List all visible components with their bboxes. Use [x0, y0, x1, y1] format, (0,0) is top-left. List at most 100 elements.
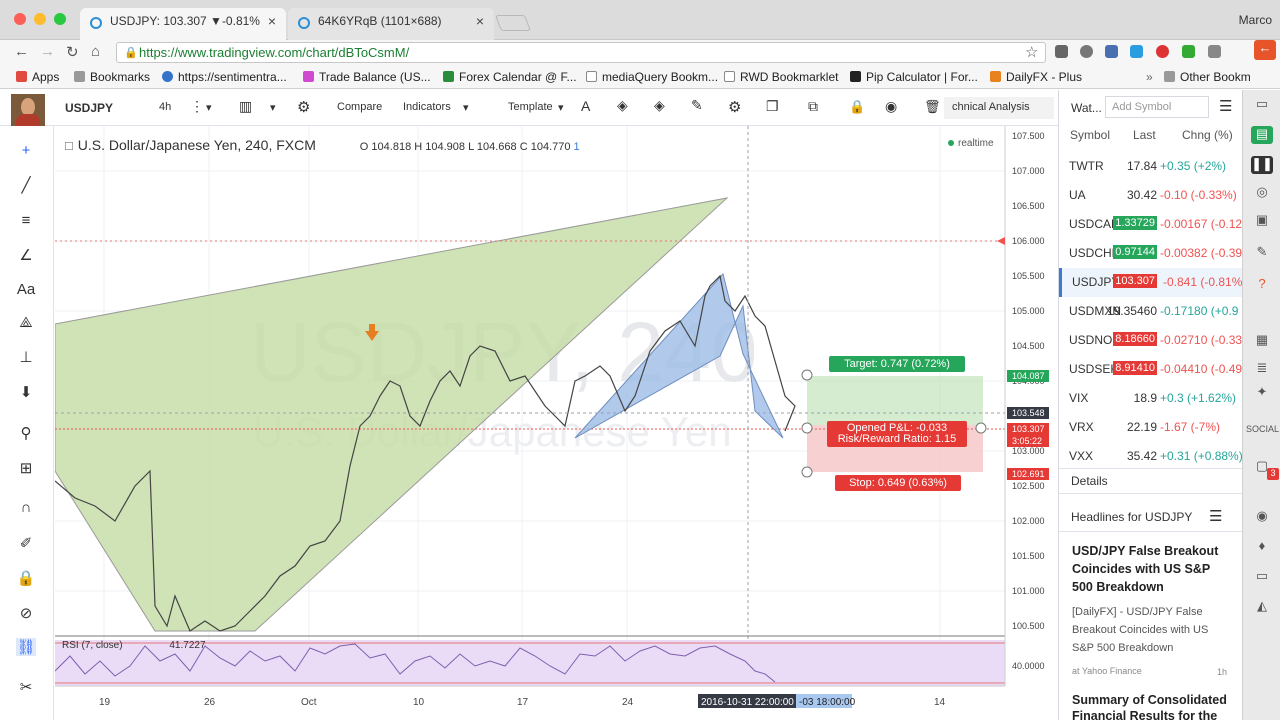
col-last[interactable]: Last [1133, 128, 1156, 142]
extension-icon[interactable] [1080, 45, 1093, 58]
watchlist-row[interactable]: USDCHF 0.97144 -0.00382 (-0.39 [1059, 239, 1243, 268]
bookmark-link[interactable]: Forex Calendar @ F... [443, 70, 577, 84]
settings-gear-icon[interactable]: ⚙ [297, 98, 310, 116]
more-bookmarks-icon[interactable]: » [1146, 70, 1153, 84]
news-headline[interactable]: Summary of Consolidated Financial Result… [1072, 692, 1232, 720]
more-intervals-icon[interactable]: ⋮ [190, 98, 204, 115]
pencil-icon[interactable]: ✎ [1251, 244, 1273, 262]
indicators-button[interactable]: Indicators [403, 101, 451, 113]
menu-icon[interactable]: ☰ [1209, 507, 1222, 525]
brush-icon[interactable]: ✐ [16, 534, 36, 552]
chevron-down-icon[interactable]: ▾ [558, 101, 564, 114]
bookmark-other[interactable]: Other Bookm [1164, 70, 1251, 84]
add-symbol-input[interactable]: Add Symbol [1105, 96, 1209, 118]
paint-bucket-icon[interactable]: ◈ [654, 97, 665, 114]
chart-area[interactable]: USDJPY, 240 U.S. Dollar/Japanese Yen 107… [55, 126, 1058, 720]
stream-icon[interactable]: ▭ [1251, 568, 1273, 586]
text-tool-icon[interactable]: Aa [16, 281, 36, 299]
lock-icon[interactable]: 🔒 [849, 99, 865, 115]
bookmark-link[interactable]: mediaQuery Bookm... [586, 70, 718, 84]
bookmark-link[interactable]: Pip Calculator | For... [850, 70, 978, 84]
watchlist-row[interactable]: UA 30.42 -0.10 (-0.33%) [1059, 181, 1243, 210]
collapse-legend-icon[interactable]: ☐ [64, 141, 74, 153]
home-icon[interactable]: ⌂ [91, 43, 100, 60]
extension-icon[interactable] [1182, 45, 1195, 58]
bookmark-folder[interactable]: Bookmarks [74, 70, 150, 84]
chevron-down-icon[interactable]: ▾ [463, 101, 469, 114]
close-tab-icon[interactable]: × [476, 13, 484, 29]
help-icon[interactable]: ? [1251, 276, 1273, 294]
hotlist-icon[interactable]: ≣ [1251, 360, 1273, 378]
pause-icon[interactable]: ❚❚ [1251, 156, 1273, 174]
new-tab-button[interactable] [495, 15, 531, 31]
eye-icon[interactable]: ◉ [885, 98, 897, 115]
watchlist-row[interactable]: USDNOK 8.18660 -0.02710 (-0.33 [1059, 326, 1243, 355]
download-icon[interactable] [1130, 45, 1143, 58]
menu-icon[interactable]: ☰ [1219, 97, 1232, 115]
fib-icon[interactable]: ⊥ [16, 348, 36, 366]
close-window-button[interactable] [14, 13, 26, 25]
pattern-icon[interactable]: ⟁ [16, 314, 36, 332]
text-tool-icon[interactable]: A [581, 98, 590, 114]
extension-icon[interactable] [1105, 45, 1118, 58]
crosshair-icon[interactable]: + [16, 142, 36, 160]
lock-drawings-icon[interactable]: 🔒 [16, 569, 36, 587]
pencil-icon[interactable]: ✎ [691, 97, 703, 114]
fill-color-icon[interactable]: ◈ [617, 97, 628, 114]
watchlist-title[interactable]: Wat... [1071, 101, 1102, 115]
ideas-icon[interactable]: ◭ [1251, 598, 1273, 616]
bookmark-link[interactable]: https://sentimentra... [162, 70, 287, 84]
width-handle[interactable] [975, 422, 987, 434]
bookmark-apps[interactable]: Apps [16, 70, 59, 84]
details-section[interactable]: Details [1059, 468, 1243, 494]
chevron-down-icon[interactable]: ▾ [206, 101, 212, 114]
bookmark-star-icon[interactable]: ☆ [1025, 43, 1038, 61]
lightbulb-icon[interactable]: ♦ [1251, 538, 1273, 556]
entry-handle[interactable] [801, 422, 813, 434]
minimize-window-button[interactable] [34, 13, 46, 25]
light-bulb-icon[interactable]: ✦ [1251, 384, 1273, 402]
col-change[interactable]: Chng (%) [1182, 128, 1233, 142]
candles-icon[interactable]: ▥ [239, 98, 252, 115]
extension-icon[interactable] [1055, 45, 1068, 58]
reload-icon[interactable]: ↻ [66, 43, 79, 61]
target-label[interactable]: Target: 0.747 (0.72%) [829, 356, 965, 372]
data-window-icon[interactable]: ▣ [1251, 212, 1273, 230]
chat-icon[interactable]: ▤ [1251, 126, 1273, 144]
layers-icon[interactable]: ❐ [766, 98, 779, 115]
address-bar[interactable]: 🔒 https://www.tradingview.com/chart/dBTo… [116, 42, 1046, 63]
avatar[interactable] [11, 94, 45, 128]
bookmark-link[interactable]: Trade Balance (US... [303, 70, 431, 84]
chart-title[interactable]: U.S. Dollar/Japanese Yen, 240, FXCM [78, 137, 316, 153]
measure-icon[interactable]: ⊞ [16, 459, 36, 477]
clone-icon[interactable]: ⧉ [808, 98, 818, 115]
watchlist-row[interactable]: VXX 35.42 +0.31 (+0.88%) [1059, 442, 1243, 464]
col-symbol[interactable]: Symbol [1070, 128, 1110, 142]
symbol-search-input[interactable]: USDJPY [65, 101, 113, 115]
stop-handle[interactable] [801, 466, 813, 478]
browser-tab-active[interactable]: USDJPY: 103.307 ▼-0.81% × [80, 8, 286, 40]
alerts-icon[interactable]: ◎ [1251, 184, 1273, 202]
target-zone[interactable] [807, 376, 983, 425]
technical-analysis-button[interactable]: chnical Analysis [944, 97, 1054, 119]
maximize-window-button[interactable] [54, 13, 66, 25]
chevron-down-icon[interactable]: ▾ [270, 101, 276, 114]
news-source[interactable]: at Yahoo Finance [1072, 666, 1142, 676]
pnl-label[interactable]: Opened P&L: -0.033 Risk/Reward Ratio: 1.… [827, 421, 967, 447]
calendar-icon[interactable]: ▦ [1251, 332, 1273, 350]
bookmark-link[interactable]: DailyFX - Plus [990, 70, 1082, 84]
arrow-down-icon[interactable]: ⬇ [16, 383, 36, 401]
watchlist-row[interactable]: USDCAD 1.33729 -0.00167 (-0.12 [1059, 210, 1243, 239]
broadcast-icon[interactable]: ◉ [1251, 508, 1273, 526]
watchlist-row[interactable]: TWTR 17.84 +0.35 (+2%) [1059, 152, 1243, 181]
watchlist-row[interactable]: USDSEK 8.91410 -0.04410 (-0.49 [1059, 355, 1243, 384]
watchlist-row[interactable]: VIX 18.9 +0.3 (+1.62%) [1059, 384, 1243, 413]
bookmark-link[interactable]: RWD Bookmarklet [724, 70, 838, 84]
extension-icon[interactable] [1208, 45, 1221, 58]
watchlist-icon[interactable]: ▭ [1251, 96, 1273, 114]
close-tab-icon[interactable]: × [268, 13, 276, 29]
watchlist-row[interactable]: USDJPY 103.307 -0.841 (-0.81%) [1059, 268, 1243, 297]
horizontal-lines-icon[interactable]: ≡ [16, 212, 36, 230]
compare-button[interactable]: Compare [337, 101, 382, 113]
zoom-icon[interactable]: ⚲ [16, 424, 36, 442]
